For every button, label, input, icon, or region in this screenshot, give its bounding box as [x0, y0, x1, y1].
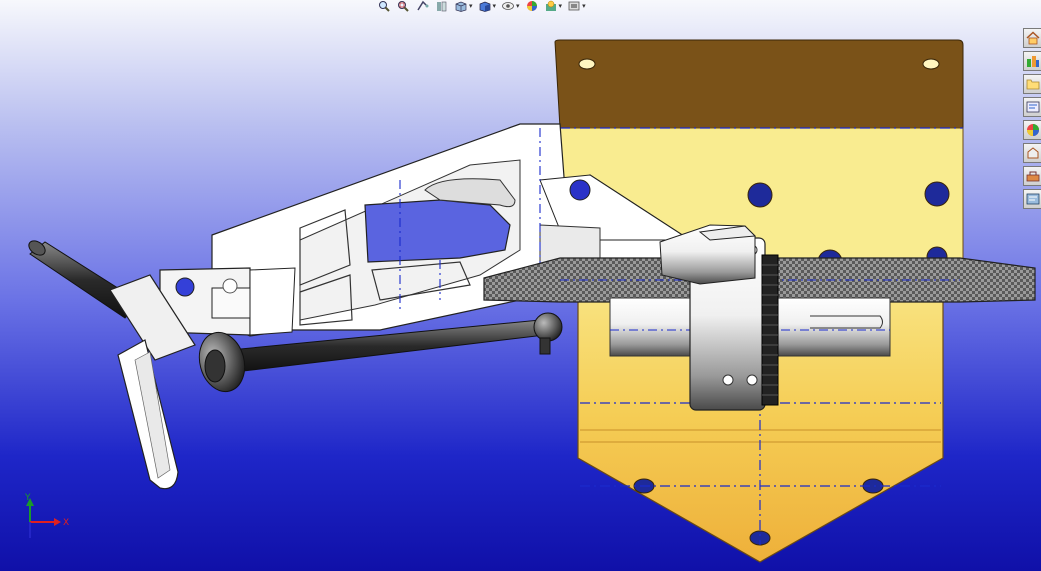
triad-x-label: X: [63, 518, 69, 528]
triad-y-label: Y: [24, 493, 31, 503]
graphics-area[interactable]: X Y: [0, 0, 1041, 571]
coordinate-triad: X Y: [24, 493, 69, 538]
